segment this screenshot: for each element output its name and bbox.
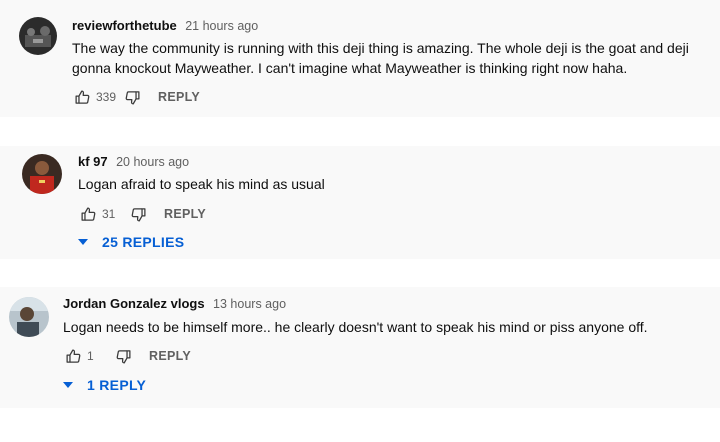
comment-actions: 31 REPLY [78,204,206,224]
caret-down-icon [63,382,73,388]
comment-text: Logan needs to be himself more.. he clea… [63,319,648,335]
thumb-down-icon[interactable] [128,204,148,224]
avatar[interactable] [22,154,62,194]
comment-actions: 1 REPLY [63,346,191,366]
reply-button[interactable]: REPLY [164,207,206,221]
comment-timestamp[interactable]: 20 hours ago [116,155,189,169]
replies-count-label: 1 REPLY [87,377,147,393]
like-count: 1 [87,349,94,363]
avatar[interactable] [19,17,57,55]
reply-button[interactable]: REPLY [149,349,191,363]
comment-card: kf 97 20 hours ago Logan afraid to speak… [0,146,720,259]
comment-author[interactable]: reviewforthetube [72,18,177,33]
comment-timestamp[interactable]: 13 hours ago [213,297,286,311]
view-replies-button[interactable]: 25 REPLIES [78,234,184,250]
reply-button[interactable]: REPLY [158,90,200,104]
avatar[interactable] [9,297,49,337]
replies-count-label: 25 REPLIES [102,234,185,250]
comment-actions: 339 REPLY [72,87,200,107]
comment-card: Jordan Gonzalez vlogs 13 hours ago Logan… [0,287,720,408]
comment-text: The way the community is running with th… [72,40,689,76]
comment-text: Logan afraid to speak his mind as usual [78,176,325,192]
comment-author[interactable]: kf 97 [78,154,108,169]
comment-timestamp[interactable]: 21 hours ago [185,19,258,33]
view-replies-button[interactable]: 1 REPLY [63,377,146,393]
like-count: 31 [102,207,116,221]
caret-down-icon [78,239,88,245]
comment-author[interactable]: Jordan Gonzalez vlogs [63,296,205,311]
thumb-up-icon[interactable] [72,87,92,107]
thumb-down-icon[interactable] [113,346,133,366]
comment-card: reviewforthetube 21 hours ago The way th… [0,0,720,117]
thumb-up-icon[interactable] [78,204,98,224]
thumb-up-icon[interactable] [63,346,83,366]
thumb-down-icon[interactable] [122,87,142,107]
like-count: 339 [96,90,117,104]
